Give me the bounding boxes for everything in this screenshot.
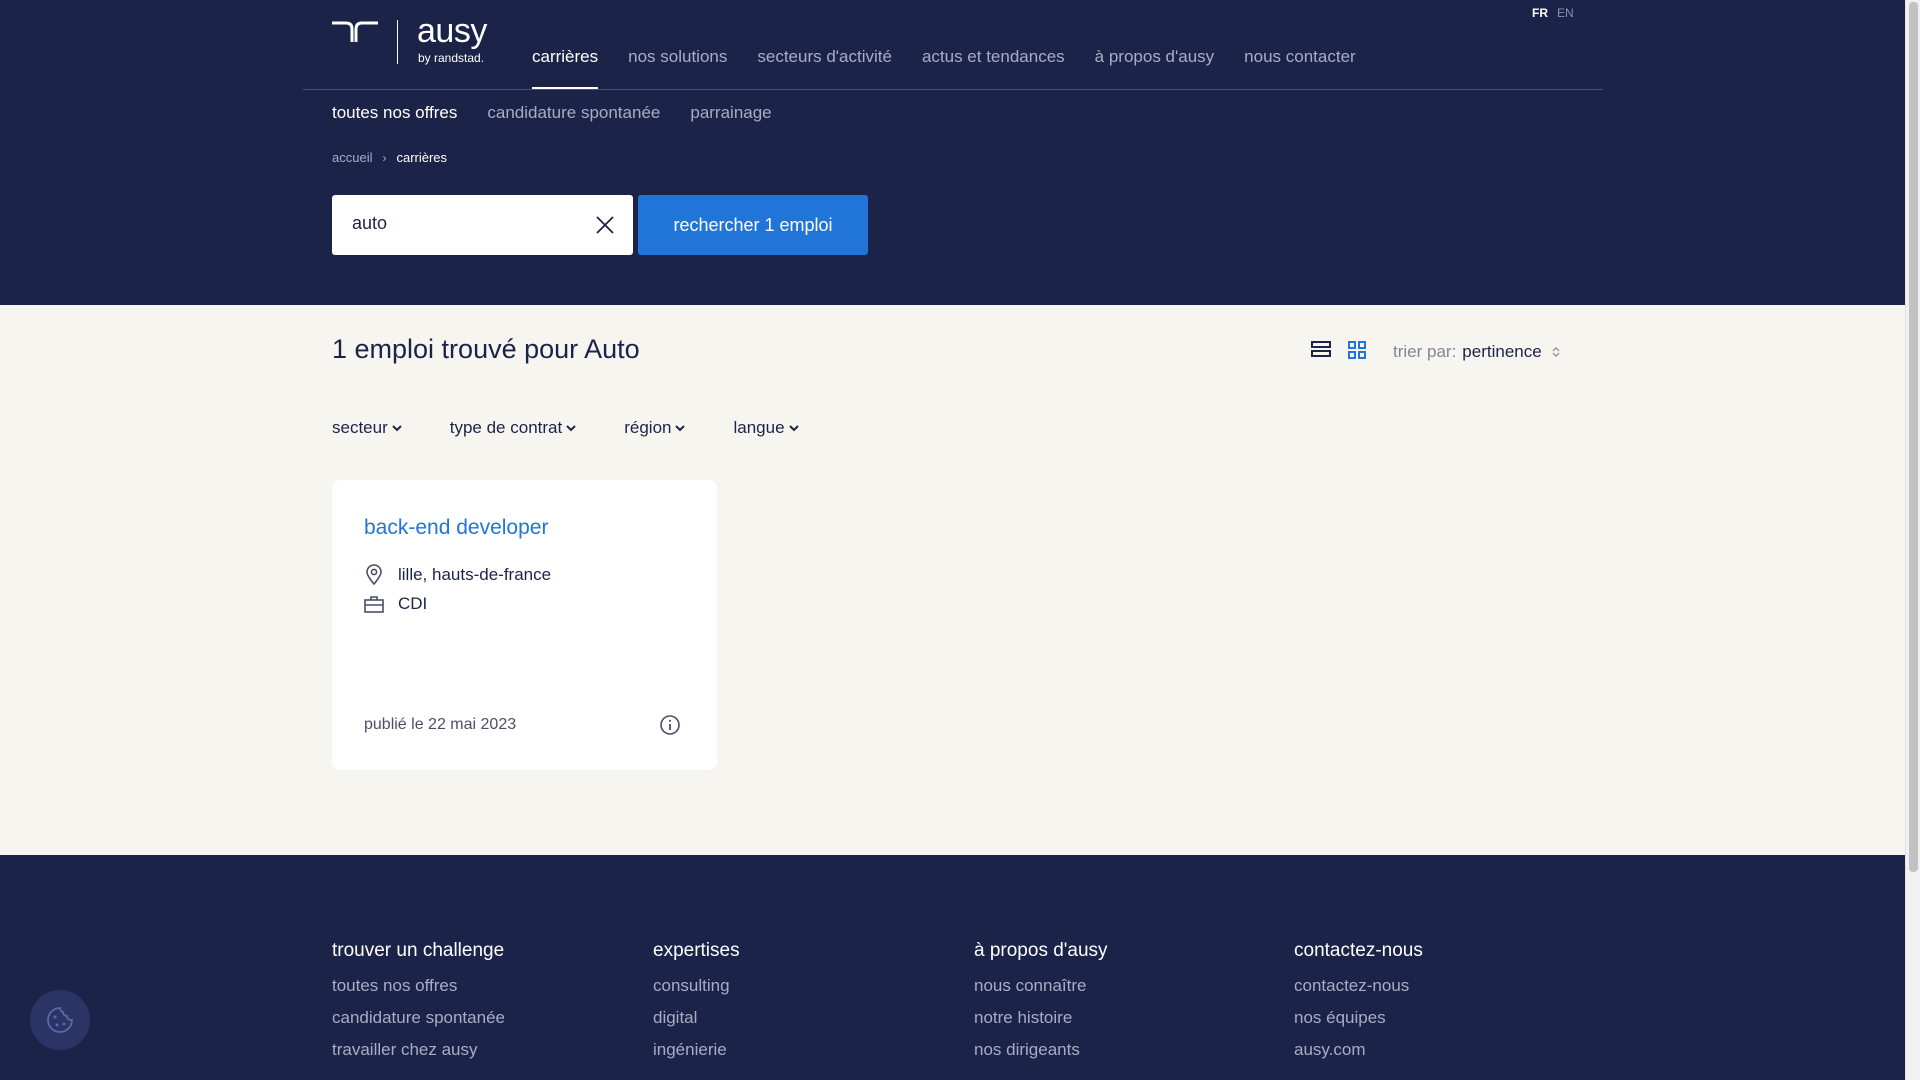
job-card[interactable]: back-end developer lille, hauts-de-franc… <box>332 480 717 770</box>
location-pin-icon <box>366 564 382 586</box>
filter-contract-type-label: type de contrat <box>449 418 563 437</box>
main-nav: carrières nos solutions secteurs d'activ… <box>532 47 1386 89</box>
filter-contract-type[interactable]: type de contrat <box>450 418 576 438</box>
logo-divider <box>397 20 398 64</box>
cookie-icon <box>47 1007 73 1033</box>
footer-link[interactable]: nous connaître <box>974 976 1108 996</box>
footer-link[interactable]: candidature spontanée <box>332 1008 505 1028</box>
subnav-spontaneous-application[interactable]: candidature spontanée <box>487 103 660 123</box>
results-title: 1 emploi trouvé pour Auto <box>332 334 640 364</box>
site-header: FR EN ausy by randstad. carrières nos so… <box>0 0 1905 305</box>
filter-region[interactable]: région <box>624 418 686 438</box>
footer-col-title: expertises <box>653 940 740 961</box>
footer-link[interactable]: notre histoire <box>974 1008 1108 1028</box>
footer-col-title: trouver un challenge <box>332 940 505 961</box>
chevron-right-icon: › <box>382 150 387 165</box>
filter-sector[interactable]: secteur <box>332 418 402 438</box>
nav-sectors[interactable]: secteurs d'activité <box>757 47 892 89</box>
footer-link[interactable]: consulting <box>653 976 740 996</box>
clear-icon[interactable] <box>595 215 615 235</box>
breadcrumb-current: carrières <box>396 150 448 165</box>
logo-wordmark: ausy <box>417 12 487 50</box>
footer-col-title: contactez-nous <box>1294 940 1423 961</box>
breadcrumb: accueil › carrières <box>332 150 447 165</box>
footer-link[interactable]: nos dirigeants <box>974 1040 1108 1060</box>
job-location: lille, hauts-de-france <box>364 564 551 586</box>
footer-col-title: à propos d'ausy <box>974 940 1108 961</box>
search-box <box>332 195 633 255</box>
language-fr[interactable]: FR <box>1532 6 1548 20</box>
randstad-mark-icon <box>332 21 378 42</box>
sort-label: trier par: <box>1393 342 1457 361</box>
nav-careers[interactable]: carrières <box>532 47 599 89</box>
filter-sector-label: secteur <box>332 418 388 437</box>
job-location-text: lille, hauts-de-france <box>398 565 552 584</box>
list-view-icon[interactable] <box>1311 341 1331 357</box>
filters-bar: secteur type de contrat région langue <box>332 418 847 438</box>
job-contract: CDI <box>364 594 427 614</box>
filter-language-label: langue <box>733 418 785 437</box>
sort-icon <box>1552 347 1560 357</box>
page-scrollbar[interactable] <box>1905 0 1920 1080</box>
cookie-settings-button[interactable] <box>30 990 90 1050</box>
footer-col-contact: contactez-nous contactez-nous nos équipe… <box>1294 940 1423 1072</box>
grid-view-icon[interactable] <box>1348 341 1366 359</box>
chevron-down-icon <box>788 425 799 432</box>
filter-language[interactable]: langue <box>733 418 799 438</box>
chevron-down-icon <box>392 425 402 432</box>
footer-col-about: à propos d'ausy nous connaître notre his… <box>974 940 1108 1072</box>
job-title-link[interactable]: back-end developer <box>364 516 548 540</box>
nav-news[interactable]: actus et tendances <box>922 47 1065 89</box>
breadcrumb-home[interactable]: accueil <box>332 150 372 165</box>
nav-contact[interactable]: nous contacter <box>1244 47 1356 89</box>
logo-tagline: by randstad. <box>418 51 485 65</box>
sub-nav: toutes nos offres candidature spontanée … <box>332 103 802 123</box>
footer-link[interactable]: ausy.com <box>1294 1040 1423 1060</box>
briefcase-icon <box>364 596 384 613</box>
nav-solutions[interactable]: nos solutions <box>628 47 727 89</box>
search-input[interactable] <box>352 213 572 234</box>
subnav-referral[interactable]: parrainage <box>690 103 771 123</box>
nav-about[interactable]: à propos d'ausy <box>1095 47 1215 89</box>
site-footer: trouver un challenge toutes nos offres c… <box>0 855 1905 1080</box>
sort-value[interactable]: pertinence <box>1462 342 1541 362</box>
info-icon[interactable] <box>659 714 681 736</box>
language-en[interactable]: EN <box>1557 6 1574 20</box>
footer-link[interactable]: digital <box>653 1008 740 1028</box>
job-published-date: publié le 22 mai 2023 <box>364 716 517 733</box>
nav-divider <box>303 89 1603 90</box>
chevron-down-icon <box>675 425 686 432</box>
ausy-logo[interactable]: ausy by randstad. <box>332 12 502 68</box>
search-button[interactable]: rechercher 1 emploi <box>638 195 868 255</box>
footer-link[interactable]: ingénierie <box>653 1040 740 1060</box>
footer-link[interactable]: toutes nos offres <box>332 976 505 996</box>
scrollbar-thumb[interactable] <box>1909 2 1918 872</box>
footer-col-expertises: expertises consulting digital ingénierie <box>653 940 740 1072</box>
subnav-all-offers[interactable]: toutes nos offres <box>332 103 457 123</box>
footer-link[interactable]: contactez-nous <box>1294 976 1423 996</box>
footer-link[interactable]: nos équipes <box>1294 1008 1423 1028</box>
filter-region-label: région <box>624 418 672 437</box>
chevron-down-icon <box>566 425 576 432</box>
footer-link[interactable]: travailler chez ausy <box>332 1040 505 1060</box>
footer-col-challenge: trouver un challenge toutes nos offres c… <box>332 940 505 1072</box>
job-contract-text: CDI <box>398 594 428 613</box>
sort-control[interactable]: trier par: pertinence <box>1393 342 1560 362</box>
